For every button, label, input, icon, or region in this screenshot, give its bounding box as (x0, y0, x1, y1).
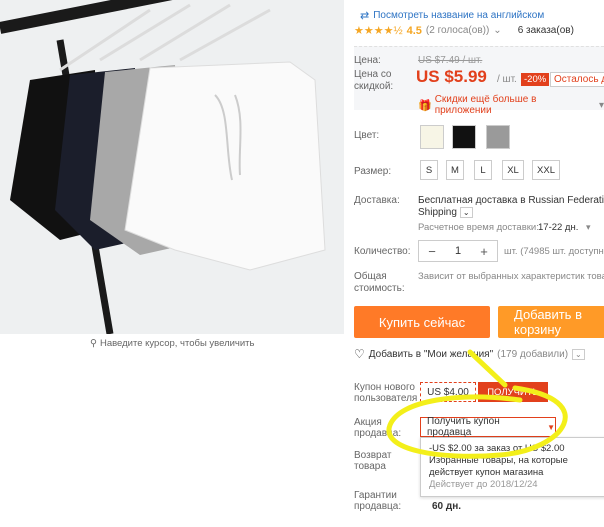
new-user-coupon-label-2: пользователя (354, 393, 418, 404)
price-label: Цена: (354, 55, 381, 66)
old-price: US $7.49 / шт. (418, 55, 483, 66)
seller-coupon-dropdown[interactable]: Получить купон продавца ▼ (420, 416, 556, 438)
chevron-down-icon: ▾ (598, 99, 604, 111)
chevron-down-icon[interactable]: ⌄ (493, 25, 501, 36)
return-label-2: товара (354, 461, 386, 472)
new-price: US $5.99 (416, 67, 487, 86)
get-coupon-button[interactable]: ПОЛУЧИТЬ (478, 382, 548, 402)
new-user-coupon-value: US $4.00 (420, 382, 476, 402)
add-to-cart-button[interactable]: Добавить в корзину (498, 306, 604, 338)
rating-value: 4.5 (406, 24, 422, 37)
color-swatch-black[interactable] (452, 125, 476, 149)
per-unit: / шт. (497, 74, 517, 85)
size-option-l[interactable]: L (474, 160, 492, 180)
chevron-down-icon[interactable]: ▾ (586, 222, 591, 233)
votes-link[interactable]: (2 голоса(ов)) (426, 25, 489, 36)
quantity-stepper[interactable]: − 1 + (418, 240, 498, 262)
wishlist-link[interactable]: ♡ Добавить в "Мои желания" (179 добавили… (354, 347, 585, 361)
delivery-info: Бесплатная доставка в Russian Federation (418, 195, 604, 206)
guarantee-value: 60 дн. (432, 501, 462, 512)
app-gift-icon: 🎁 (418, 99, 432, 112)
shipping-method[interactable]: Shipping ⌄ (418, 207, 473, 218)
total-label: Общая (354, 271, 387, 282)
product-info-panel: ⇄ Посмотреть название на английском ★★★★… (354, 0, 604, 527)
increase-button[interactable]: + (471, 244, 497, 259)
size-option-m[interactable]: M (446, 160, 464, 180)
seller-promo-label-2: продавца: (354, 428, 402, 439)
size-label: Размер: (354, 166, 392, 177)
translate-icon: ⇄ (360, 10, 370, 22)
product-photo[interactable] (0, 0, 344, 334)
coupon-scope: Избранные товары, на которые (429, 455, 568, 466)
color-label: Цвет: (354, 130, 380, 141)
size-option-s[interactable]: S (420, 160, 438, 180)
guarantee-label-2: продавца: (354, 501, 402, 512)
chevron-down-icon: ⌄ (572, 348, 585, 360)
price-box: Цена: US $7.49 / шт. Цена со скидкой: US… (354, 46, 604, 116)
search-icon: ⚲ (90, 338, 97, 349)
quantity-label: Количество: (354, 246, 411, 257)
coupon-scope-2: действует купон магазина (429, 467, 544, 478)
time-left-label: Осталось до (550, 72, 604, 87)
heart-icon: ♡ (354, 347, 365, 361)
color-swatch-cream[interactable] (420, 125, 444, 149)
app-deal-link[interactable]: 🎁 Скидки ещё больше в приложении ▾ (418, 94, 604, 116)
shorts-image (0, 0, 344, 334)
star-rating-icon: ★★★★½ (354, 25, 403, 37)
color-swatch-grey[interactable] (486, 125, 510, 149)
size-option-xl[interactable]: XL (502, 160, 524, 180)
delivery-estimate-label: Расчетное время доставки: (418, 222, 539, 233)
caret-down-icon: ▼ (547, 422, 555, 432)
size-option-xxl[interactable]: XXL (532, 160, 560, 180)
wishlist-count: (179 добавили) (497, 348, 569, 360)
stock-count: шт. (74985 шт. доступно) (504, 246, 604, 257)
zoom-hint-text: Наведите курсор, чтобы увеличить (99, 338, 255, 349)
decrease-button[interactable]: − (419, 244, 445, 259)
quantity-value[interactable]: 1 (445, 245, 471, 257)
total-value: Зависит от выбранных характеристик товар… (418, 271, 604, 282)
zoom-hint: ⚲ Наведите курсор, чтобы увеличить (90, 338, 255, 349)
chevron-down-icon: ⌄ (459, 207, 473, 218)
delivery-estimate: 17-22 дн. (538, 222, 579, 233)
rating-row: ★★★★½ 4.5 (2 голоса(ов)) ⌄ 6 заказа(ов) (354, 24, 574, 38)
discount-badge: -20% (521, 73, 550, 86)
coupon-expiry: Действует до 2018/12/24 (429, 479, 538, 490)
buy-now-button[interactable]: Купить сейчас (354, 306, 490, 338)
delivery-label: Доставка: (354, 195, 400, 206)
discount-price-label: Цена со скидкой: (354, 69, 394, 92)
coupon-offer: -US $2.00 за заказ от US $2.00 (429, 443, 565, 454)
total-label-2: стоимость: (354, 283, 405, 294)
orders-count: 6 заказа(ов) (517, 25, 574, 36)
seller-coupon-popup: -US $2.00 за заказ от US $2.00 Избранные… (420, 437, 604, 497)
translate-link[interactable]: ⇄ Посмотреть название на английском (360, 9, 544, 22)
